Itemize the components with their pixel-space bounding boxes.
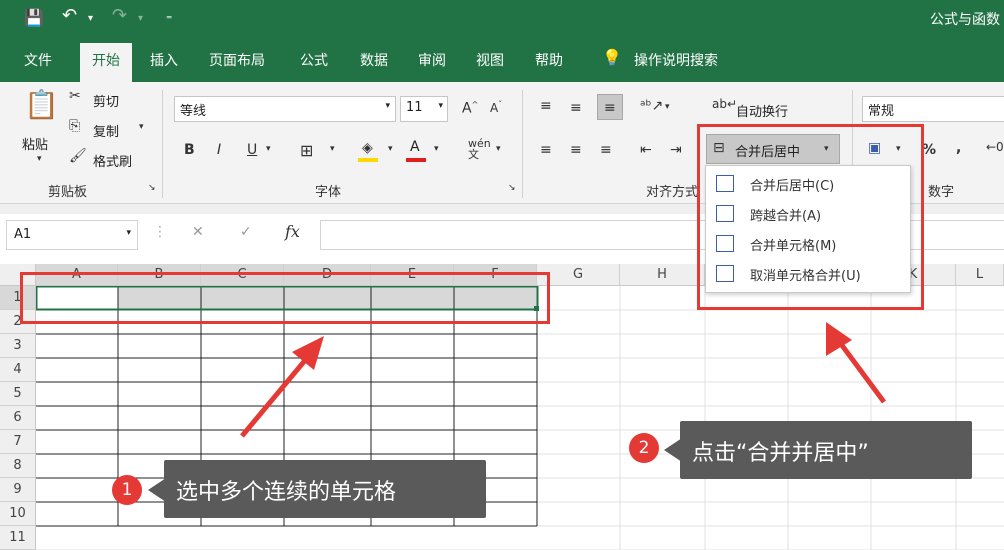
callout-pointer bbox=[664, 438, 682, 462]
callout-pointer bbox=[148, 478, 166, 502]
callout-text: 选中多个连续的单元格 bbox=[176, 480, 397, 505]
callout-step-2: 点击“合并并居中” bbox=[680, 421, 972, 479]
step-badge-2: 2 bbox=[629, 433, 659, 463]
callout-step-1: 选中多个连续的单元格 bbox=[164, 460, 486, 518]
callout-text: 点击“合并并居中” bbox=[692, 441, 869, 466]
step-badge-1: 1 bbox=[112, 475, 142, 505]
